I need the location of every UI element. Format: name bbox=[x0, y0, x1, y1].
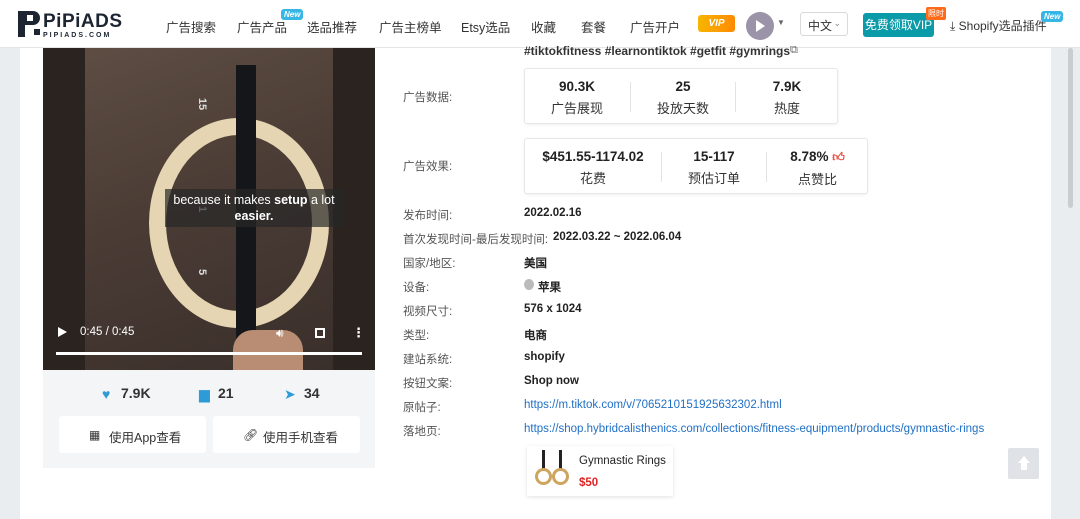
volume-icon[interactable]: 🔊︎ bbox=[276, 326, 284, 341]
original-post-label: 原帖子: bbox=[403, 402, 441, 414]
nav-ad-search[interactable]: 广告搜索 bbox=[166, 17, 216, 36]
hand-image bbox=[233, 330, 303, 370]
button-text-label: 按钮文案: bbox=[403, 378, 453, 390]
free-vip-button[interactable]: 免费领取VIP bbox=[863, 13, 934, 37]
video-progress-bar[interactable] bbox=[56, 352, 362, 355]
video-player[interactable]: 15 1 5 because it makes setup a lot easi… bbox=[43, 48, 375, 370]
logo-subtitle: PIPIADS.COM bbox=[43, 32, 112, 39]
chevron-down-icon[interactable]: ▼ bbox=[777, 18, 785, 27]
heart-icon: ♥ bbox=[102, 386, 111, 402]
nav-etsy-picks[interactable]: Etsy选品 bbox=[461, 17, 510, 36]
product-name: Gymnastic Rings bbox=[579, 455, 666, 467]
page-scrollbar[interactable] bbox=[1068, 48, 1073, 208]
days-running-stat: 25 投放天数 bbox=[656, 79, 709, 116]
avatar[interactable] bbox=[746, 12, 774, 40]
likes-count: 7.9K bbox=[121, 385, 151, 401]
view-in-app-button[interactable]: ▦ 使用App查看 bbox=[59, 416, 206, 453]
comment-icon: ▆ bbox=[199, 386, 210, 402]
shopify-plugin-label: Shopify选品插件 bbox=[958, 19, 1047, 33]
nav-ad-products[interactable]: 广告产品 bbox=[237, 17, 287, 36]
pipiads-logo[interactable]: PiPiADS PIPIADS.COM bbox=[18, 9, 122, 41]
nav-ad-account[interactable]: 广告开户 bbox=[630, 17, 680, 36]
arrow-up-icon bbox=[1018, 456, 1030, 463]
video-time: 0:45 / 0:45 bbox=[80, 326, 135, 338]
play-icon[interactable] bbox=[58, 327, 67, 337]
device-label: 设备: bbox=[403, 282, 430, 294]
estimated-orders-stat: 15-117 预估订单 bbox=[687, 149, 740, 186]
thumbs-up-icon: 👍︎ bbox=[832, 150, 845, 164]
fullscreen-icon[interactable] bbox=[315, 328, 325, 338]
back-to-top-button[interactable] bbox=[1008, 448, 1039, 479]
shares-count: 34 bbox=[304, 385, 320, 401]
strap-number: 5 bbox=[196, 268, 209, 276]
video-size-value: 576 x 1024 bbox=[524, 303, 582, 315]
site-system-label: 建站系统: bbox=[403, 354, 453, 366]
top-nav-bar: PiPiADS PIPIADS.COM 广告搜索 广告产品 New 选品推荐 广… bbox=[0, 0, 1080, 48]
first-last-seen-value: 2022.03.22 ~ 2022.06.04 bbox=[553, 231, 682, 243]
like-ratio-stat: 8.78% 👍︎ 点赞比 bbox=[790, 149, 845, 187]
ad-effect-label: 广告效果: bbox=[403, 161, 453, 173]
new-badge: New bbox=[281, 9, 304, 20]
new-badge: New bbox=[1041, 11, 1064, 22]
chevron-down-icon: ⌄ bbox=[833, 18, 841, 28]
ad-effect-box: $451.55-1174.02 花费 15-117 预估订单 8.78% 👍︎ … bbox=[524, 138, 868, 194]
first-last-seen-label: 首次发现时间-最后发现时间: bbox=[403, 234, 549, 246]
nav-favorites[interactable]: 收藏 bbox=[531, 17, 556, 36]
shopify-plugin-link[interactable]: ⤓ Shopify选品插件 bbox=[950, 17, 1047, 34]
share-icon: ➤ bbox=[284, 386, 296, 402]
logo-icon bbox=[18, 11, 40, 37]
original-post-link[interactable]: https://m.tiktok.com/v/70652101519256323… bbox=[524, 399, 782, 411]
qr-code-icon: ▦ bbox=[89, 428, 101, 442]
link-icon: 🔗︎ bbox=[243, 428, 259, 442]
country-label: 国家/地区: bbox=[403, 258, 456, 270]
copy-icon[interactable]: ⧉ bbox=[790, 44, 798, 57]
download-icon: ⤓ bbox=[950, 19, 956, 33]
strap-number: 15 bbox=[196, 97, 209, 111]
more-options-icon[interactable]: ⋮ bbox=[352, 325, 365, 341]
popularity-stat: 7.9K 热度 bbox=[772, 79, 802, 116]
limited-time-badge: 限时 bbox=[926, 7, 946, 20]
nav-advertiser-ranking[interactable]: 广告主榜单 bbox=[379, 17, 442, 36]
ad-data-label: 广告数据: bbox=[403, 92, 453, 104]
ad-hashtags: #tiktokfitness #learnontiktok #getfit #g… bbox=[524, 44, 791, 58]
landing-page-label: 落地页: bbox=[403, 426, 441, 438]
comments-count: 21 bbox=[218, 385, 234, 401]
type-label: 类型: bbox=[403, 330, 430, 342]
product-price: $50 bbox=[579, 477, 599, 489]
apple-icon bbox=[524, 279, 534, 290]
impressions-stat: 90.3K 广告展现 bbox=[550, 79, 603, 116]
spend-stat: $451.55-1174.02 花费 bbox=[542, 149, 644, 186]
language-select[interactable]: 中文 ⌄ bbox=[800, 12, 848, 36]
product-card[interactable]: Gymnastic Rings $50 bbox=[527, 446, 673, 496]
video-size-label: 视频尺寸: bbox=[403, 306, 453, 318]
nav-plans[interactable]: 套餐 bbox=[581, 17, 606, 36]
nav-product-picks[interactable]: 选品推荐 bbox=[307, 17, 357, 36]
vip-icon[interactable]: VIP bbox=[698, 15, 735, 32]
country-value: 美国 bbox=[524, 258, 547, 270]
logo-wordmark: PiPiADS bbox=[43, 11, 123, 32]
publish-time-value: 2022.02.16 bbox=[524, 207, 582, 219]
type-value: 电商 bbox=[524, 330, 547, 342]
product-image bbox=[533, 450, 571, 492]
ad-data-box: 90.3K 广告展现 25 投放天数 7.9K 热度 bbox=[524, 68, 838, 124]
button-text-value: Shop now bbox=[524, 375, 579, 387]
language-value: 中文 bbox=[808, 19, 833, 33]
video-caption: because it makes setup a lot easier. bbox=[165, 189, 343, 227]
device-value: 苹果 bbox=[538, 282, 561, 294]
view-on-phone-button[interactable]: 🔗︎ 使用手机查看 bbox=[213, 416, 360, 453]
publish-time-label: 发布时间: bbox=[403, 210, 453, 222]
landing-page-link[interactable]: https://shop.hybridcalisthenics.com/coll… bbox=[524, 423, 984, 435]
site-system-value: shopify bbox=[524, 351, 565, 363]
